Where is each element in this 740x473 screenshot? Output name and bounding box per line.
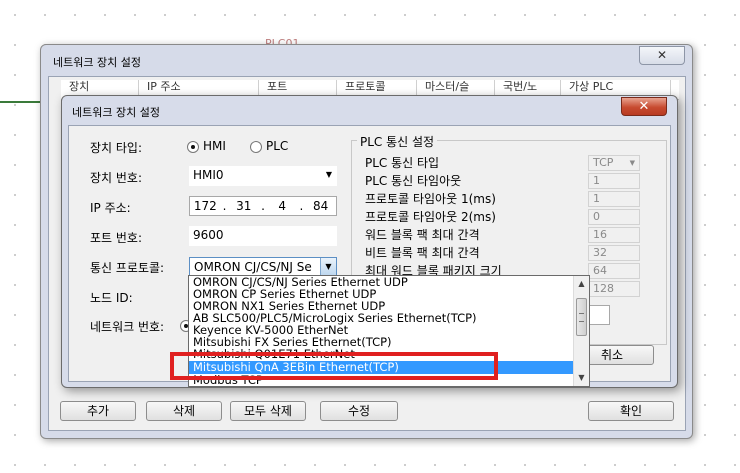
close-icon: ✕ [638,99,650,114]
edit-button[interactable]: 수정 [320,401,398,421]
ip-octet[interactable]: 84 [305,197,336,215]
protocol-value: OMRON CJ/CS/NJ Se [194,260,312,274]
device-number-value: HMI0 [193,168,224,182]
add-button[interactable]: 추가 [60,401,136,421]
plc-setting-value: 0 [588,209,640,225]
outer-dialog-title: 네트워크 장치 설정 [53,56,141,69]
plc-settings-title: PLC 통신 설정 [357,133,438,150]
scroll-up-icon[interactable]: ▲ [574,276,589,292]
node-id-label: 노드 ID: [90,291,133,305]
ip-address-field[interactable]: 172. 31. 4. 84 [189,196,337,216]
radio-hmi-label[interactable]: HMI [203,139,226,153]
plc-setting-label: 비트 블록 팩 최대 간격 [365,246,480,260]
device-number-select[interactable]: HMI0 ▼ [189,166,337,186]
radio-plc[interactable] [250,141,262,153]
dropdown-arrow-icon: ▼ [629,159,635,167]
device-number-label: 장치 번호: [90,171,143,185]
scroll-thumb[interactable] [576,298,587,336]
protocol-label: 통신 프로토콜: [90,261,165,275]
inner-close-button[interactable]: ✕ [621,97,667,116]
ip-octet[interactable]: 172 [190,197,221,215]
dropdown-scrollbar[interactable]: ▲ ▼ [573,276,589,386]
plc-setting-value: 32 [588,245,640,261]
scroll-down-icon[interactable]: ▼ [574,370,589,386]
radio-hmi[interactable] [187,141,199,153]
protocol-dropdown-list[interactable]: OMRON CJ/CS/NJ Series Ethernet UDP OMRON… [188,275,590,387]
delete-all-button[interactable]: 모두 삭제 [230,401,306,421]
device-type-label: 장치 타입: [90,141,143,155]
plc-setting-label: PLC 통신 타입 [365,156,440,170]
ip-address-label: IP 주소: [90,201,131,215]
radio-plc-label[interactable]: PLC [266,139,288,153]
plc-setting-value: 16 [588,227,640,243]
close-icon: ✕ [656,48,668,62]
plc-setting-value: TCP ▼ [588,155,640,171]
network-number-label: 네트워크 번호: [90,320,165,334]
dropdown-item[interactable]: Modbus TCP [189,374,574,387]
plc-setting-label: 프로토콜 타임아웃 2(ms) [365,210,496,224]
plc-setting-label: 워드 블록 팩 최대 간격 [365,228,480,242]
port-label: 포트 번호: [90,231,143,245]
ip-octet[interactable]: 4 [267,197,298,215]
plc-setting-value: 1 [588,191,640,207]
delete-button[interactable]: 삭제 [146,401,222,421]
plc-setting-value: 1 [588,173,640,189]
dropdown-arrow-icon: ▼ [325,170,332,179]
port-input[interactable]: 9600 [189,226,337,246]
plc-setting-value: 128 [588,281,640,297]
ip-octet[interactable]: 31 [228,197,259,215]
outer-close-button[interactable]: ✕ [639,46,685,65]
plc-setting-value: 64 [588,263,640,279]
dropdown-arrow-icon[interactable]: ▼ [320,258,336,276]
plc-setting-label: 프로토콜 타임아웃 1(ms) [365,192,496,206]
protocol-combo[interactable]: OMRON CJ/CS/NJ Se ▼ [189,257,337,277]
ok-button[interactable]: 확인 [588,401,674,421]
plc-setting-label: PLC 통신 타임아웃 [365,174,462,188]
inner-dialog-title: 네트워크 장치 설정 [72,106,160,119]
background-wire [0,101,42,103]
checkbox-field[interactable] [588,305,610,325]
